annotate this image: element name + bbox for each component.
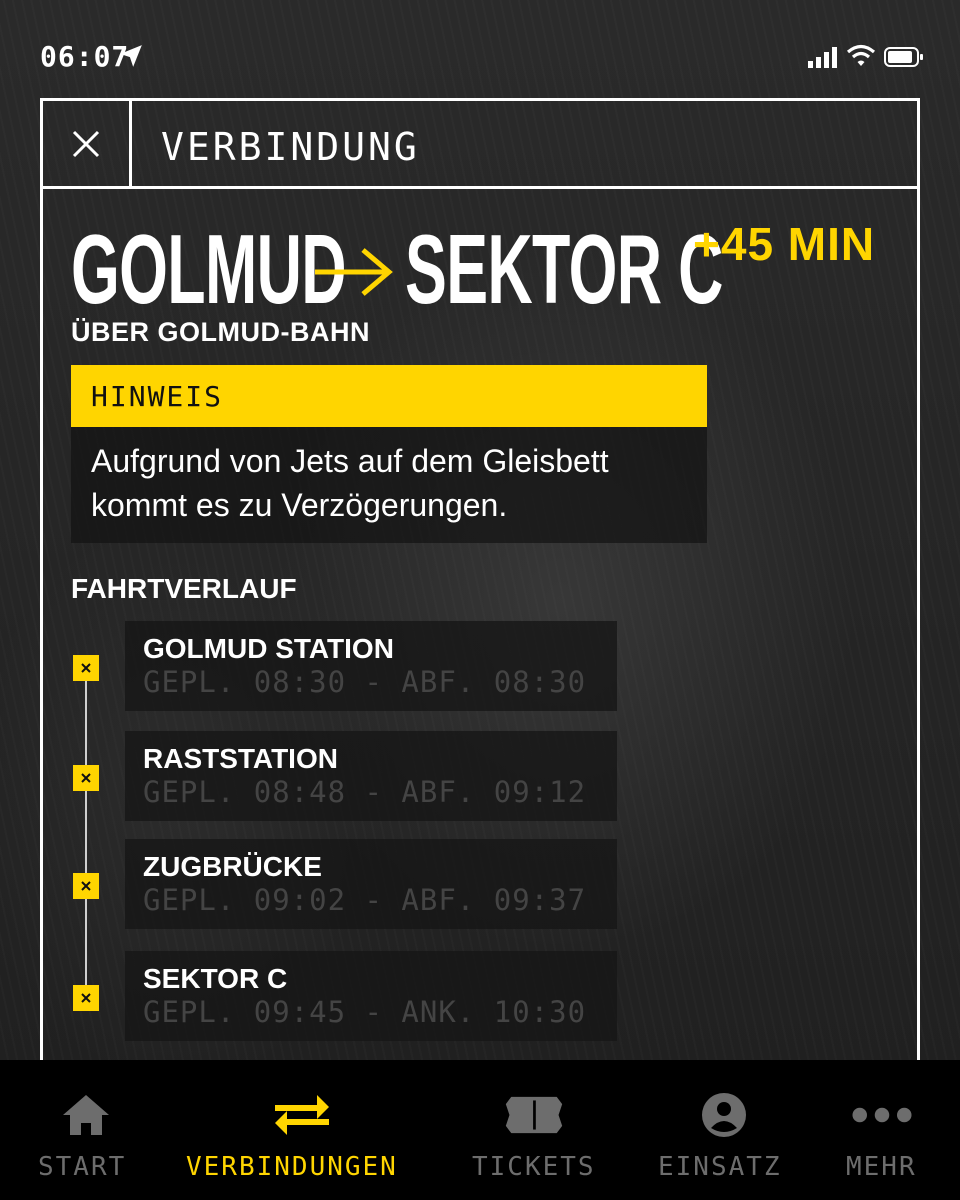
close-button[interactable] (43, 101, 132, 186)
stop-item[interactable]: RASTSTATION GEPL. 08:48 - ABF. 09:12 (125, 731, 617, 821)
stop-times: GEPL. 08:30 - ABF. 08:30 (143, 665, 587, 699)
bottom-tab-bar: START VERBINDUNGEN TICKETS EINSATZ MEHR (0, 1060, 960, 1200)
stop-name: ZUGBRÜCKE (143, 851, 322, 882)
arrow-right-icon (315, 248, 393, 296)
status-time: 06:07 (40, 40, 130, 73)
stop-times: GEPL. 08:48 - ABF. 09:12 (143, 775, 587, 809)
tab-label: EINSATZ (658, 1152, 782, 1182)
home-icon (56, 1090, 116, 1140)
battery-icon (884, 47, 923, 67)
tab-label: TICKETS (472, 1152, 596, 1182)
stop-name: SEKTOR C (143, 963, 288, 994)
ticket-icon (504, 1090, 564, 1140)
notice-line: kommt es zu Verzögerungen. (91, 487, 508, 523)
tab-label: START (38, 1152, 127, 1182)
route-origin: GOLMUD (71, 214, 347, 324)
tab-label: VERBINDUNGEN (186, 1152, 398, 1182)
close-icon (72, 130, 100, 157)
stop-name: RASTSTATION (143, 743, 338, 774)
stop-times: GEPL. 09:45 - ANK. 10:30 (143, 995, 587, 1029)
tab-verbindungen[interactable]: VERBINDUNGEN (186, 1060, 418, 1200)
tab-tickets[interactable]: TICKETS (470, 1060, 606, 1200)
more-dots-icon (852, 1090, 912, 1140)
swap-arrows-icon (272, 1090, 332, 1140)
location-arrow-icon (120, 45, 142, 67)
notice-box: HINWEIS Aufgrund von Jets auf dem Gleisb… (71, 365, 707, 543)
stop-item[interactable]: GOLMUD STATION GEPL. 08:30 - ABF. 08:30 (125, 621, 617, 711)
stop-item[interactable]: ZUGBRÜCKE GEPL. 09:02 - ABF. 09:37 (125, 839, 617, 929)
stop-marker-icon (73, 655, 99, 681)
card-header: VERBINDUNG (43, 101, 917, 189)
stop-marker-icon (73, 765, 99, 791)
wifi-icon (846, 44, 876, 66)
tab-label: MEHR (846, 1152, 917, 1182)
tab-einsatz[interactable]: EINSATZ (656, 1060, 792, 1200)
cell-signal-icon (808, 47, 837, 68)
status-bar: 06:07 (0, 0, 960, 90)
stop-marker-icon (73, 985, 99, 1011)
stop-name: GOLMUD STATION (143, 633, 394, 664)
delay-badge: +45 MIN (693, 218, 876, 270)
notice-line: Aufgrund von Jets auf dem Gleisbett (91, 443, 609, 479)
tab-start[interactable]: START (34, 1060, 138, 1200)
itinerary-label: FAHRTVERLAUF (71, 573, 297, 604)
stop-item[interactable]: SEKTOR C GEPL. 09:45 - ANK. 10:30 (125, 951, 617, 1041)
tab-mehr[interactable]: MEHR (844, 1060, 924, 1200)
profile-icon (694, 1090, 754, 1140)
route-via: ÜBER GOLMUD-BAHN (71, 317, 370, 347)
stop-times: GEPL. 09:02 - ABF. 09:37 (143, 883, 587, 917)
page-title: VERBINDUNG (161, 125, 420, 169)
notice-text: Aufgrund von Jets auf dem Gleisbett komm… (71, 427, 707, 543)
route-destination: SEKTOR C (405, 214, 723, 324)
timeline-line (85, 671, 87, 1001)
stop-marker-icon (73, 873, 99, 899)
notice-title: HINWEIS (71, 365, 707, 427)
connection-card: VERBINDUNG GOLMUD SEKTOR C +45 MIN ÜBER … (40, 98, 920, 1060)
